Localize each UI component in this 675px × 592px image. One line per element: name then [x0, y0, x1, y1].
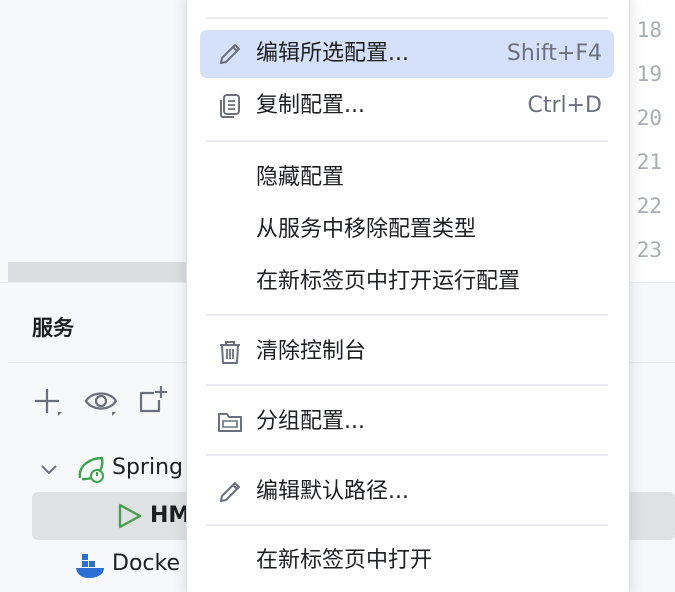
menu-separator	[206, 17, 608, 19]
menu-item-group-config[interactable]: 分组配置...	[200, 398, 614, 446]
docker-icon	[74, 550, 108, 580]
menu-separator	[206, 314, 608, 316]
menu-item-remove-config-type[interactable]: 从服务中移除配置类型	[200, 206, 614, 254]
folder-icon	[216, 408, 244, 436]
menu-item-shortcut: Ctrl+D	[527, 93, 602, 118]
menu-item-label: 编辑所选配置...	[256, 41, 409, 66]
menu-item-hide-config[interactable]: 隐藏配置	[200, 154, 614, 202]
tree-node-label: HM	[150, 503, 191, 528]
menu-separator	[206, 384, 608, 386]
line-number: 18	[636, 18, 662, 42]
menu-separator	[206, 140, 608, 142]
menu-item-clear-console[interactable]: 清除控制台	[200, 328, 614, 376]
menu-separator	[206, 454, 608, 456]
menu-item-copy-config[interactable]: 复制配置... Ctrl+D	[200, 82, 614, 130]
services-panel-title: 服务	[32, 316, 74, 340]
trash-icon	[216, 338, 244, 366]
menu-item-label: 复制配置...	[256, 93, 365, 118]
add-icon[interactable]	[30, 384, 64, 418]
line-number: 22	[636, 194, 662, 218]
menu-item-label: 分组配置...	[256, 409, 365, 434]
chevron-down-icon[interactable]	[38, 458, 60, 480]
menu-item-label: 在新标签页中打开运行配置	[256, 269, 521, 294]
menu-item-label: 隐藏配置	[256, 165, 345, 190]
menu-item-edit-selected-config[interactable]: 编辑所选配置... Shift+F4	[200, 30, 614, 78]
menu-item-label: 从服务中移除配置类型	[256, 217, 477, 242]
copy-icon	[216, 92, 244, 120]
menu-item-edit-default-path[interactable]: 编辑默认路径...	[200, 468, 614, 516]
pencil-icon	[216, 478, 244, 506]
run-icon	[116, 502, 144, 530]
line-number: 23	[636, 238, 662, 262]
menu-item-label: 在新标签页中打开	[256, 548, 433, 573]
menu-separator	[206, 524, 608, 526]
new-tab-icon[interactable]	[136, 384, 170, 418]
menu-item-label: 清除控制台	[256, 339, 367, 364]
menu-item-shortcut: Shift+F4	[506, 41, 602, 66]
menu-item-open-in-new-tab[interactable]: 在新标签页中打开	[200, 537, 614, 585]
line-number: 21	[636, 150, 662, 174]
pencil-icon	[216, 40, 244, 68]
tree-node-label: Spring	[112, 455, 183, 480]
menu-item-label: 编辑默认路径...	[256, 479, 409, 504]
line-number: 20	[636, 106, 662, 130]
line-number: 19	[636, 62, 662, 86]
tree-node-label: Docke	[112, 551, 180, 576]
menu-item-open-run-config-in-new-tab[interactable]: 在新标签页中打开运行配置	[200, 258, 614, 306]
eye-icon[interactable]	[84, 384, 118, 418]
spring-boot-icon	[74, 452, 108, 486]
